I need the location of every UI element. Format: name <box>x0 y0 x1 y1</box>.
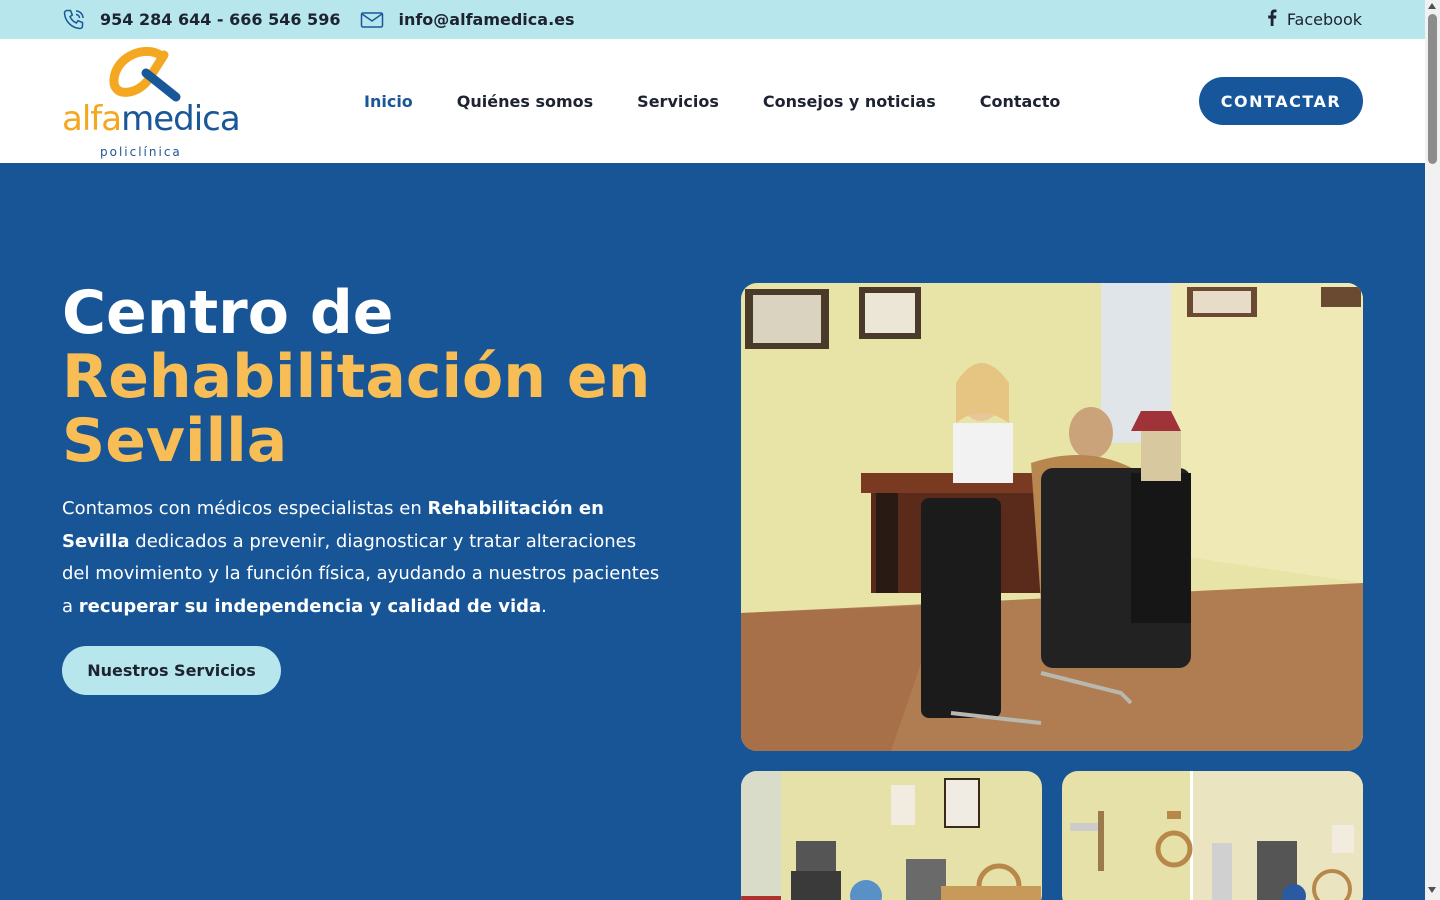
scroll-up-arrow-icon[interactable] <box>1428 3 1436 9</box>
scrollbar-thumb[interactable] <box>1428 14 1437 164</box>
nav-item-consejos-noticias[interactable]: Consejos y noticias <box>763 92 936 111</box>
hero-title-highlight: Rehabilitación en Sevilla <box>62 342 651 476</box>
facebook-icon <box>1267 9 1277 30</box>
site-logo[interactable]: alfamedica policlínica <box>62 47 241 159</box>
hero-title-line1: Centro de <box>62 278 394 348</box>
phone-numbers[interactable]: 954 284 644 - 666 546 596 <box>100 10 340 29</box>
hero-photo-consultation <box>741 283 1363 751</box>
facebook-link[interactable]: Facebook <box>1267 0 1362 39</box>
email-link[interactable]: info@alfamedica.es <box>398 10 574 29</box>
scroll-down-arrow-icon[interactable] <box>1428 887 1436 893</box>
hero-title: Centro de Rehabilitación en Sevilla <box>62 281 702 473</box>
logo-wordmark: alfamedica <box>62 99 241 139</box>
hero-description: Contamos con médicos especialistas en Re… <box>62 493 662 623</box>
nav-item-contacto[interactable]: Contacto <box>980 92 1061 111</box>
page-scrollbar[interactable] <box>1425 0 1440 900</box>
site-header: alfamedica policlínica Inicio Quiénes so… <box>0 39 1425 163</box>
hero-desc-bold2: recuperar su independencia y calidad de … <box>78 595 542 617</box>
logo-word-medica: medica <box>121 99 241 139</box>
logo-word-alfa: alfa <box>62 99 122 139</box>
hero-section: Centro de Rehabilitación en Sevilla Cont… <box>0 163 1425 900</box>
logo-mark <box>109 47 181 102</box>
top-contact-bar: 954 284 644 - 666 546 596 info@alfamedic… <box>0 0 1425 39</box>
hero-desc-part1: Contamos con médicos especialistas en <box>62 498 428 519</box>
main-nav: Inicio Quiénes somos Servicios Consejos … <box>364 39 1104 163</box>
phone-icon <box>62 8 86 32</box>
nav-item-inicio[interactable]: Inicio <box>364 92 413 111</box>
hero-photo-rehab-gym <box>741 771 1042 900</box>
envelope-icon <box>360 11 384 29</box>
nuestros-servicios-button[interactable]: Nuestros Servicios <box>62 646 281 695</box>
contactar-button[interactable]: CONTACTAR <box>1199 77 1363 125</box>
nav-item-servicios[interactable]: Servicios <box>637 92 719 111</box>
hero-photo-rehab-room <box>1062 771 1363 900</box>
contact-info: 954 284 644 - 666 546 596 info@alfamedic… <box>62 0 575 39</box>
logo-subtitle: policlínica <box>100 145 182 159</box>
hero-desc-end: . <box>541 595 547 617</box>
nav-item-quienes-somos[interactable]: Quiénes somos <box>457 92 593 111</box>
facebook-label: Facebook <box>1286 10 1362 29</box>
